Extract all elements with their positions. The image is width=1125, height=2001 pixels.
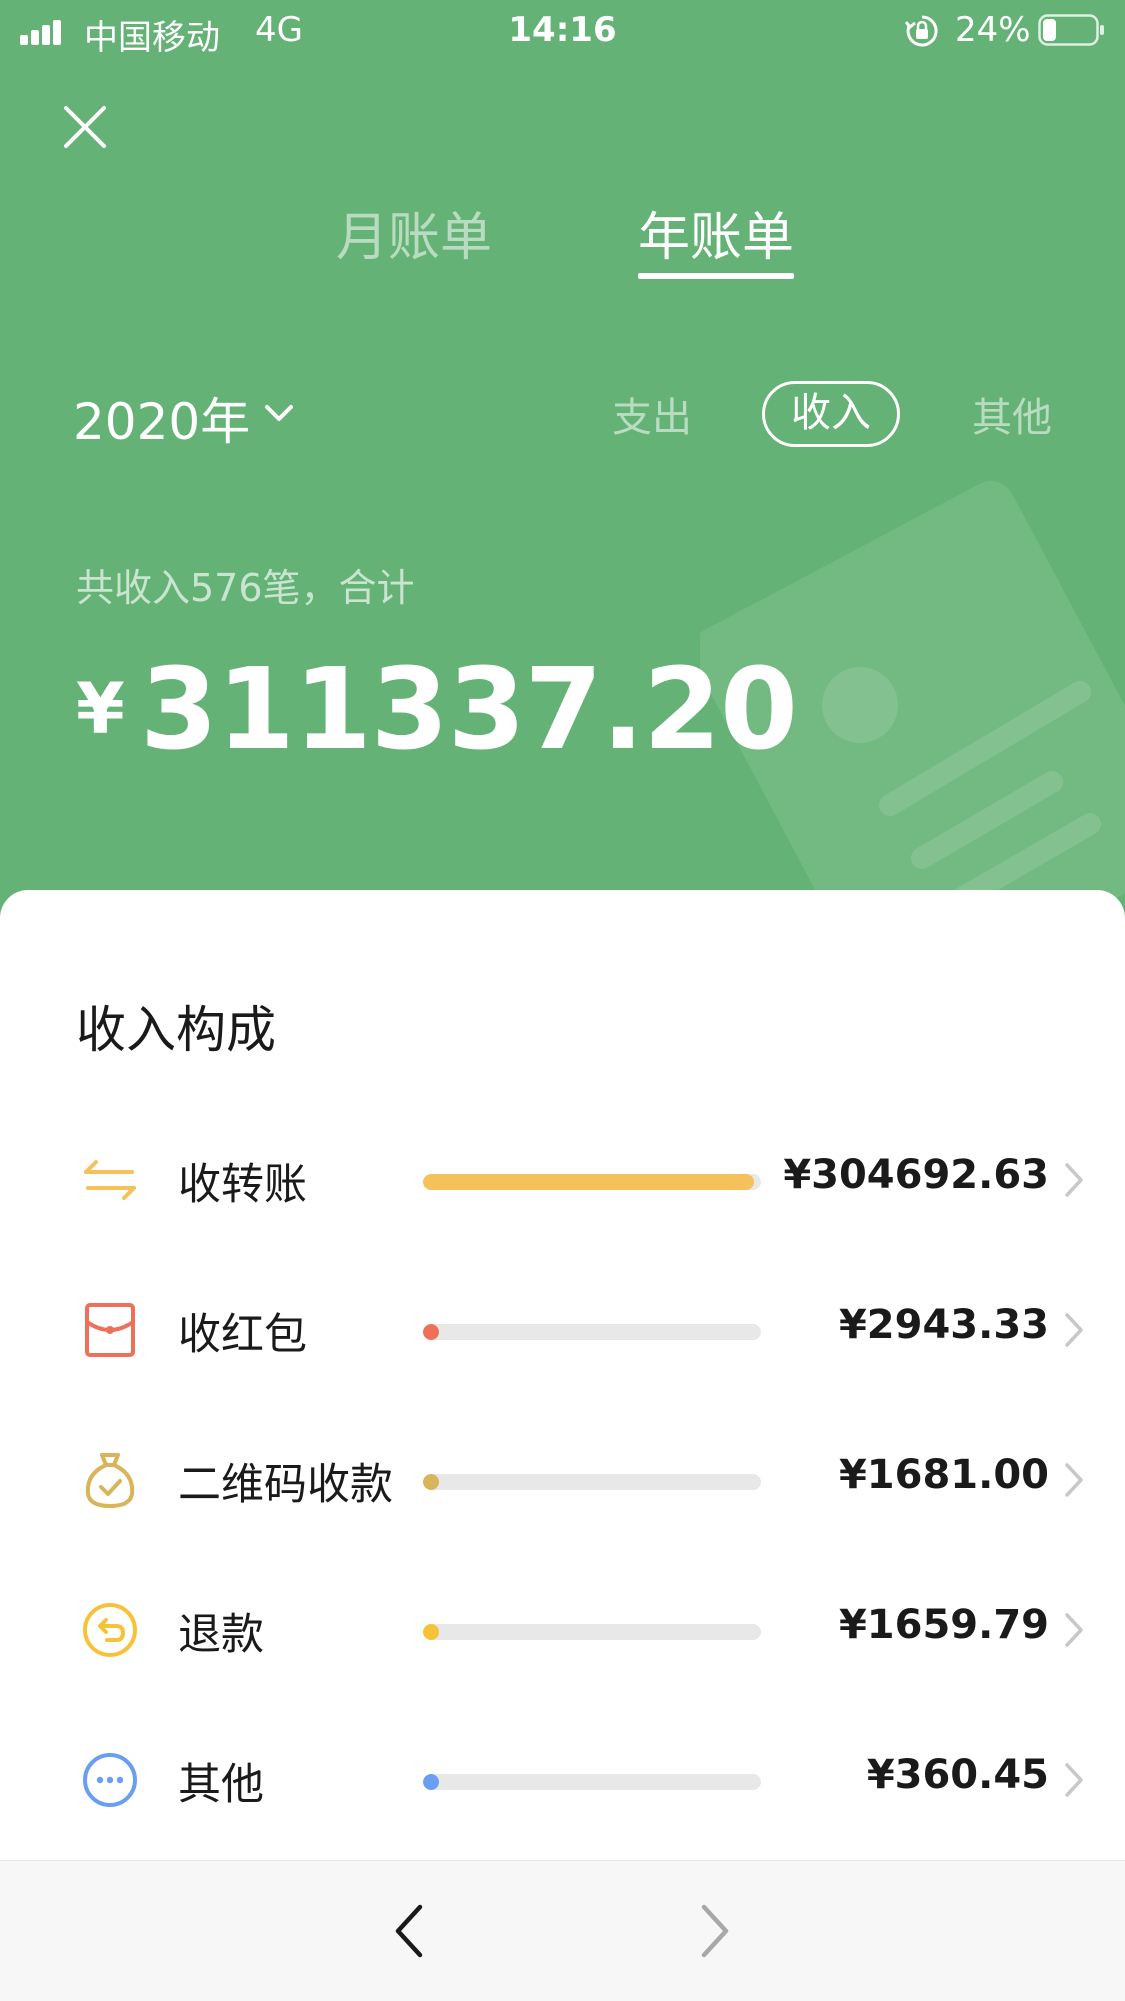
filter-other[interactable]: 其他	[972, 385, 1052, 443]
breakdown-row-refund[interactable]: 退款 ¥1659.79	[0, 1572, 1125, 1722]
bottom-navigation-bar	[0, 1860, 1125, 2001]
breakdown-label: 二维码收款	[178, 1460, 393, 1510]
filter-expense[interactable]: 支出	[612, 385, 692, 443]
chevron-down-icon[interactable]	[262, 398, 296, 428]
forward-arrow-icon[interactable]	[694, 1901, 734, 1961]
share-bar-track	[423, 1324, 761, 1340]
money-bag-icon	[85, 1453, 135, 1508]
chevron-right-icon	[1065, 1463, 1083, 1497]
share-bar-track	[423, 1174, 761, 1190]
more-icon	[83, 1753, 137, 1807]
total-currency-symbol: ¥	[76, 668, 125, 750]
bill-illustration	[700, 480, 1125, 930]
share-bar-fill	[423, 1324, 439, 1340]
battery-icon	[1038, 14, 1104, 46]
refund-icon	[83, 1603, 137, 1657]
total-income-amount: 311337.20	[140, 645, 798, 775]
breakdown-amount: ¥1659.79	[838, 1602, 1049, 1648]
share-bar-fill	[423, 1624, 439, 1640]
income-breakdown-card: 收入构成 收转账 ¥304692.63 收红包 ¥2943.33 二维码收款 ¥…	[0, 890, 1125, 2001]
income-summary: 共收入576笔，合计	[76, 566, 415, 610]
breakdown-label: 收转账	[178, 1160, 307, 1210]
chevron-right-icon	[1065, 1613, 1083, 1647]
breakdown-amount: ¥2943.33	[838, 1302, 1049, 1348]
share-bar-track	[423, 1474, 761, 1490]
share-bar-track	[423, 1774, 761, 1790]
breakdown-amount: ¥304692.63	[783, 1152, 1049, 1198]
breakdown-title: 收入构成	[76, 1001, 276, 1059]
breakdown-label: 其他	[178, 1760, 264, 1810]
orientation-lock-icon	[905, 15, 938, 47]
battery-percentage: 24%	[955, 10, 1031, 50]
share-bar-fill	[423, 1474, 439, 1490]
breakdown-row-other[interactable]: 其他 ¥360.45	[0, 1722, 1125, 1872]
share-bar-track	[423, 1624, 761, 1640]
share-bar-fill	[423, 1774, 439, 1790]
tab-monthly-bill[interactable]: 月账单	[336, 195, 492, 270]
close-icon[interactable]	[58, 100, 112, 154]
breakdown-amount: ¥360.45	[866, 1752, 1049, 1798]
breakdown-row-red-packet[interactable]: 收红包 ¥2943.33	[0, 1272, 1125, 1422]
breakdown-row-transfer[interactable]: 收转账 ¥304692.63	[0, 1122, 1125, 1272]
year-bill-page: 中国移动 4G 14:16 24% 月账单 年账单 2020年 支出 收入 其他…	[0, 0, 1125, 2001]
tab-yearly-bill[interactable]: 年账单	[638, 195, 794, 270]
chevron-right-icon	[1065, 1313, 1083, 1347]
chevron-right-icon	[1065, 1763, 1083, 1797]
breakdown-label: 收红包	[178, 1310, 307, 1360]
breakdown-amount: ¥1681.00	[838, 1452, 1049, 1498]
chevron-right-icon	[1065, 1163, 1083, 1197]
year-selector[interactable]: 2020年	[73, 382, 250, 454]
share-bar-fill	[423, 1174, 754, 1190]
red-packet-icon	[85, 1303, 135, 1357]
status-bar: 中国移动 4G 14:16 24%	[0, 0, 1125, 60]
back-arrow-icon[interactable]	[390, 1901, 430, 1961]
filter-income[interactable]: 收入	[762, 381, 900, 447]
transfer-icon	[84, 1160, 136, 1200]
active-tab-indicator	[638, 273, 794, 279]
breakdown-row-qr-payment[interactable]: 二维码收款 ¥1681.00	[0, 1422, 1125, 1572]
breakdown-label: 退款	[178, 1610, 264, 1660]
header: 中国移动 4G 14:16 24% 月账单 年账单 2020年 支出 收入 其他…	[0, 0, 1125, 930]
